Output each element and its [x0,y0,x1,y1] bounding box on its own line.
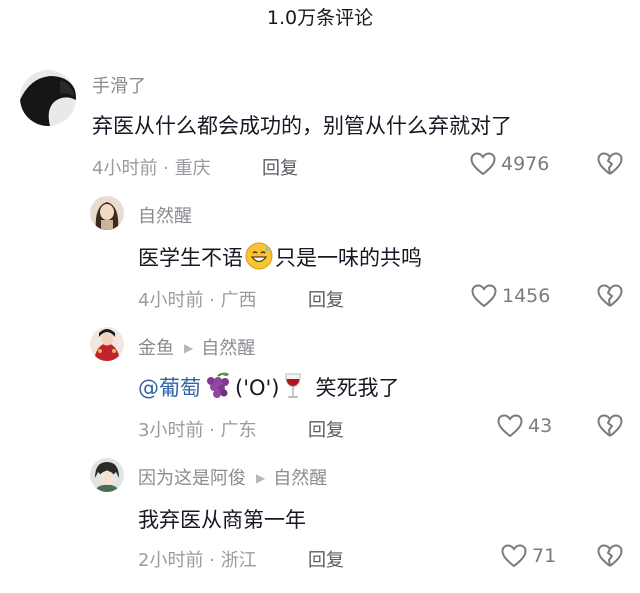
grape-emoji-icon [203,372,233,405]
comment-time: 2小时前 [138,550,204,571]
reply-button[interactable]: 回复 [308,286,344,312]
comment-location: 浙江 [220,550,257,571]
like-count: 43 [528,415,553,437]
comment-time: 4小时前 [92,158,158,179]
wine-glass-emoji-icon [283,372,303,405]
like-count: 4976 [501,153,550,175]
comment-meta: 2小时前 · 浙江 [138,546,257,572]
dislike-button[interactable] [597,414,623,442]
broken-heart-icon [597,414,623,437]
anime-avatar-icon [90,458,124,492]
heart-icon [471,284,497,308]
heart-icon [501,544,527,568]
reply-arrow-icon: ▶ [256,471,266,485]
comment-meta: 4小时前 · 重庆 [92,154,211,180]
comment-username[interactable]: 手滑了 [92,72,146,98]
like-button[interactable]: 71 [501,544,556,568]
dark-silhouette-avatar-icon [20,70,76,126]
dislike-button[interactable] [597,284,623,312]
meta-separator: · [203,550,221,571]
comment-text: @葡萄 ('O') 笑死我了 [138,372,399,405]
comment-location: 广东 [220,420,257,441]
avatar[interactable] [90,327,124,361]
meta-separator: · [203,290,221,311]
comment-text-part: 医学生不语 [138,246,243,270]
avatar[interactable] [90,458,124,492]
broken-heart-icon [597,544,623,567]
grinning-sweat-emoji-icon [245,242,273,275]
comment-username: 因为这是阿俊 ▶ 自然醒 [138,464,327,490]
broken-heart-icon [597,152,623,175]
broken-heart-icon [597,284,623,307]
meta-separator: · [157,158,175,179]
comment-author[interactable]: 金鱼 [138,338,174,359]
reply-to-username[interactable]: 自然醒 [273,468,327,489]
like-count: 71 [532,545,557,567]
avatar[interactable] [20,70,76,126]
comment-text-part: ('O') [235,376,280,400]
heart-icon [497,414,523,438]
comment-location: 重庆 [174,158,211,179]
comment-username[interactable]: 自然醒 [138,202,192,228]
reply-arrow-icon: ▶ [184,341,194,355]
comment-author[interactable]: 因为这是阿俊 [138,468,246,489]
mention-link[interactable]: @葡萄 [138,376,201,400]
reply-button[interactable]: 回复 [308,546,344,572]
heart-icon [470,152,496,176]
comment-meta: 3小时前 · 广东 [138,416,257,442]
reply-button[interactable]: 回复 [262,154,298,180]
dislike-button[interactable] [597,152,623,180]
comment-text-part: 只是一味的共鸣 [275,246,422,270]
comment-time: 4小时前 [138,290,204,311]
dislike-button[interactable] [597,544,623,572]
comment-text-part: 笑死我了 [315,376,400,400]
comment-text: 我弃医从商第一年 [138,508,306,532]
comment-time: 3小时前 [138,420,204,441]
reply-to-username[interactable]: 自然醒 [201,338,255,359]
comment-location: 广西 [220,290,257,311]
comment-text: 医学生不语 只是一味的共鸣 [138,242,422,275]
comments-count-title: 1.0万条评论 [266,7,374,29]
red-costume-avatar-icon [90,327,124,361]
comment-text: 弃医从什么都会成功的，别管从什么弃就对了 [92,114,512,138]
meta-separator: · [203,420,221,441]
like-button[interactable]: 4976 [470,152,549,176]
comment-meta: 4小时前 · 广西 [138,286,257,312]
like-button[interactable]: 43 [497,414,552,438]
like-count: 1456 [502,285,551,307]
like-button[interactable]: 1456 [471,284,550,308]
reply-button[interactable]: 回复 [308,416,344,442]
avatar[interactable] [90,196,124,230]
girl-avatar-icon [90,196,124,230]
comment-username: 金鱼 ▶ 自然醒 [138,334,255,360]
